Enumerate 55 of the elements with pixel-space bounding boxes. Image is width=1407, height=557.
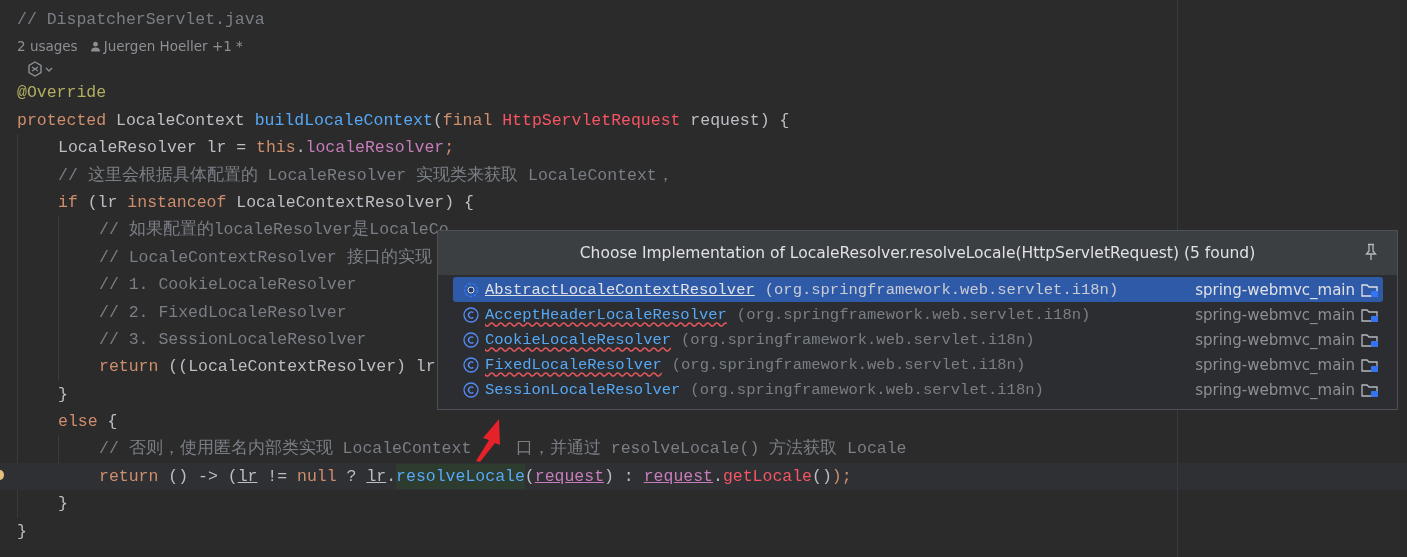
code-line: // 1. CookieLocaleResolver	[99, 274, 357, 297]
code-comment: 口，并通过 resolveLocale() 方法获取 Locale	[515, 439, 907, 459]
class-icon	[463, 356, 479, 373]
module-name: spring-webmvc_main	[1195, 355, 1355, 374]
module-folder-icon	[1361, 306, 1379, 323]
code-line: // LocaleContextResolver 接口的实现	[99, 246, 432, 269]
author-link[interactable]: Juergen Hoeller +1 *	[103, 38, 243, 55]
code-line: LocaleResolver lr = this.localeResolver;	[58, 137, 455, 160]
code-line: if (lr instanceof LocaleContextResolver) {	[58, 191, 474, 214]
module-folder-icon	[1361, 331, 1379, 348]
package-name: (org.springframework.web.servlet.i18n)	[690, 380, 1045, 399]
implementation-item[interactable]: SessionLocaleResolver (org.springframework.web.servlet.i18n) spring-webmvc_main	[453, 377, 1383, 402]
class-name: AbstractLocaleContextResolver	[485, 280, 755, 299]
person-icon	[89, 40, 101, 52]
code-line: // 这里会根据具体配置的 LocaleResolver 实现类来获取 LocaleContext，	[58, 164, 674, 187]
implementation-item[interactable]: AbstractLocaleContextResolver (org.springframework.web.servlet.i18n) spring-webmvc_main	[453, 277, 1383, 302]
pin-icon[interactable]	[1363, 243, 1379, 261]
file-comment: // DispatcherServlet.java	[17, 10, 265, 29]
package-name: (org.springframework.web.servlet.i18n)	[764, 280, 1120, 299]
code-line: @Override	[17, 82, 107, 105]
module-folder-icon	[1361, 381, 1379, 398]
code-line: return ((LocaleContextResolver) lr	[99, 356, 436, 379]
module-name: spring-webmvc_main	[1195, 305, 1355, 324]
usages-link[interactable]: 2 usages	[17, 38, 78, 55]
code-line: return () -> (lr != null ? lr.resolveLocale(request) : request.getLocale());	[99, 462, 852, 491]
code-line: }	[58, 493, 68, 516]
code-line: else {	[58, 411, 118, 434]
class-name: FixedLocaleResolver	[485, 355, 662, 374]
class-icon	[463, 331, 479, 348]
class-icon	[463, 306, 479, 323]
class-icon	[463, 381, 479, 398]
implementation-item[interactable]: CookieLocaleResolver (org.springframework.web.servlet.i18n) spring-webmvc_main	[453, 327, 1383, 352]
code-line: }	[58, 383, 68, 406]
implementation-item[interactable]: FixedLocaleResolver (org.springframework.web.servlet.i18n) spring-webmvc_main	[453, 352, 1383, 377]
code-line: protected LocaleContext buildLocaleContext(final HttpServletRequest request) {	[17, 109, 790, 132]
pointer-arrow	[475, 418, 501, 462]
popup-title: Choose Implementation of LocaleResolver.resolveLocale(HttpServletRequest) (5 found)	[579, 244, 1256, 262]
package-name: (org.springframework.web.servlet.i18n)	[736, 305, 1092, 324]
class-name: AcceptHeaderLocaleResolver	[485, 305, 727, 324]
module-name: spring-webmvc_main	[1195, 380, 1355, 399]
code-line: // 2. FixedLocaleResolver	[99, 301, 347, 324]
code-line: }	[17, 520, 27, 543]
code-comment: // 否则，使用匿名内部类实现 LocaleContext	[99, 439, 472, 459]
module-folder-icon	[1361, 281, 1379, 298]
abstract-class-icon	[463, 281, 479, 298]
class-name: SessionLocaleResolver	[485, 380, 681, 399]
module-folder-icon	[1361, 356, 1379, 373]
package-name: (org.springframework.web.servlet.i18n)	[681, 330, 1036, 349]
package-name: (org.springframework.web.servlet.i18n)	[671, 355, 1027, 374]
code-line: // 3. SessionLocaleResolver	[99, 328, 367, 351]
module-name: spring-webmvc_main	[1195, 280, 1355, 299]
module-name: spring-webmvc_main	[1195, 330, 1355, 349]
class-name: CookieLocaleResolver	[485, 330, 672, 349]
ai-generate-icon[interactable]	[27, 61, 55, 78]
implementation-item[interactable]: AcceptHeaderLocaleResolver (org.springframework.web.servlet.i18n) spring-webmvc_main	[453, 302, 1383, 327]
